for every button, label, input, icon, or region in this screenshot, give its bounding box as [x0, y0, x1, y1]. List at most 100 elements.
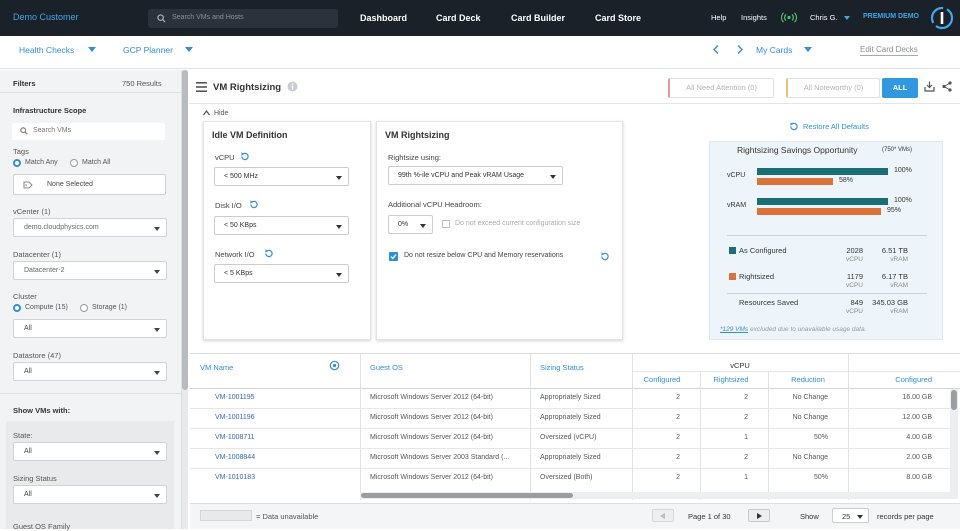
broadcast-icon[interactable]	[781, 12, 797, 23]
vram-configured-pct: 100%	[894, 197, 912, 204]
sidebar-scroll-thumb[interactable]	[182, 70, 188, 390]
filter-need-attention-button[interactable]: All Need Attention (0)	[668, 78, 774, 98]
gcp-planner-menu[interactable]: GCP Planner	[123, 45, 173, 55]
hide-toggle[interactable]: Hide	[214, 110, 228, 117]
chevron-down-icon[interactable]	[804, 47, 812, 52]
vm-name-link[interactable]: VM-1001195	[215, 394, 255, 401]
next-page-button[interactable]	[748, 509, 770, 522]
vm-name-link[interactable]: VM-1008844	[215, 454, 255, 461]
table-row[interactable]: VM-1001195 Microsoft Windows Server 2012…	[190, 389, 950, 409]
records-per-page-value: 25	[842, 512, 851, 521]
match-any-radio[interactable]	[13, 159, 21, 167]
sizing-status-select[interactable]: All	[13, 485, 167, 504]
global-search-input[interactable]: Search VMs and Hosts	[148, 9, 338, 28]
rightsized-vram: 6.17 TB	[881, 272, 908, 281]
chevron-left-icon[interactable]	[713, 45, 719, 54]
storage-label: Storage (1)	[92, 304, 128, 311]
help-link[interactable]: Help	[711, 13, 726, 22]
vcenter-label: vCenter (1)	[13, 207, 51, 216]
insights-link[interactable]: Insights	[741, 13, 767, 22]
rightsize-using-select[interactable]: 99th %-ile vCPU and Peak vRAM Usage	[388, 166, 563, 185]
disk-io-threshold-select[interactable]: < 50 KBps	[214, 216, 349, 235]
vm-name-link[interactable]: VM-1001196	[215, 414, 255, 421]
filter-noteworthy-button[interactable]: All Noteworthy (0)	[786, 78, 880, 98]
compute-radio[interactable]	[13, 304, 21, 312]
hamburger-menu-icon[interactable]	[196, 82, 207, 92]
tags-label: Tags	[13, 147, 29, 156]
export-icon[interactable]	[924, 81, 935, 92]
chevron-down-icon[interactable]	[88, 47, 96, 52]
reset-icon[interactable]	[600, 252, 609, 261]
table-row[interactable]: VM-1010183 Microsoft Windows Server 2012…	[190, 469, 950, 489]
headroom-select[interactable]: 0%	[388, 215, 433, 234]
table-row[interactable]: VM-1008844 Microsoft Windows Server 2003…	[190, 449, 950, 469]
datacenter-label: Datacenter (1)	[13, 250, 61, 259]
filter-all-button[interactable]: ALL	[882, 78, 918, 98]
no-resize-checkbox[interactable]	[389, 252, 398, 261]
health-checks-menu[interactable]: Health Checks	[19, 45, 74, 55]
share-icon[interactable]	[942, 81, 952, 92]
prev-page-button[interactable]	[652, 509, 674, 522]
saved-vcpu: 849	[850, 298, 863, 307]
memory-configured-cell: 2.00 GB	[906, 454, 932, 461]
reset-icon[interactable]	[264, 249, 273, 258]
excluded-vms-link[interactable]: *129 VMs	[720, 326, 748, 333]
storage-radio[interactable]	[80, 304, 88, 312]
col-sizing-status[interactable]: Sizing Status	[540, 363, 584, 372]
chevron-down-icon[interactable]	[185, 47, 193, 52]
my-cards-menu[interactable]: My Cards	[756, 45, 792, 55]
vm-search-input[interactable]: Search VMs	[12, 123, 165, 140]
col-vcpu-configured[interactable]: Configured	[632, 375, 692, 384]
reset-icon[interactable]	[249, 200, 258, 209]
disk-io-label: Disk I/O	[215, 201, 242, 210]
match-all-label: Match All	[82, 159, 111, 166]
vcpu-rightsized-cell: 2	[744, 414, 748, 421]
info-icon[interactable]	[287, 81, 298, 92]
horizontal-scroll-thumb[interactable]	[361, 493, 573, 498]
records-per-page-select[interactable]: 25	[832, 508, 869, 523]
col-vcpu-reduction[interactable]: Reduction	[768, 375, 848, 384]
table-row[interactable]: VM-1008711 Microsoft Windows Server 2012…	[190, 429, 950, 449]
rightsizing-settings-title: VM Rightsizing	[385, 130, 450, 140]
datastore-select[interactable]: All	[13, 362, 167, 381]
chevron-right-icon[interactable]	[737, 45, 743, 54]
vcenter-select[interactable]: demo.cloudphysics.com	[13, 218, 167, 237]
cluster-select[interactable]: All	[13, 319, 167, 338]
state-select[interactable]: All	[13, 442, 167, 461]
memory-configured-cell: 16.00 GB	[902, 394, 932, 401]
edit-card-decks-link[interactable]: Edit Card Decks	[860, 45, 918, 56]
nav-card-deck[interactable]: Card Deck	[436, 13, 481, 23]
nav-card-builder[interactable]: Card Builder	[511, 13, 565, 23]
data-unavailable-legend: = Data unavailable	[256, 512, 319, 521]
customer-name[interactable]: Demo Customer	[13, 12, 79, 22]
vcpu-threshold-select[interactable]: < 500 MHz	[214, 167, 349, 186]
vm-name-link[interactable]: VM-1008711	[215, 434, 255, 441]
nav-dashboard[interactable]: Dashboard	[360, 13, 407, 23]
nav-card-store[interactable]: Card Store	[595, 13, 641, 23]
unit-vram: vRAM	[890, 282, 908, 289]
col-vm-name[interactable]: VM Name	[200, 363, 233, 372]
user-menu[interactable]: Chris G.	[810, 13, 838, 22]
chevron-up-icon[interactable]	[203, 110, 210, 116]
col-memory-configured[interactable]: Configured	[848, 375, 932, 384]
col-vcpu-rightsized[interactable]: Rightsized	[700, 375, 762, 384]
vcpu-reduction-cell: 50%	[813, 474, 828, 481]
vm-name-link[interactable]: VM-1010183	[215, 474, 255, 481]
card-title: VM Rightsizing	[213, 82, 282, 93]
datacenter-select[interactable]: Datacenter-2	[13, 261, 167, 280]
sizing-status-value: All	[24, 491, 32, 498]
vcpu-rightsized-cell: 1	[744, 434, 748, 441]
restore-icon	[789, 122, 798, 131]
tags-selector[interactable]: None Selected	[13, 174, 166, 195]
reset-icon[interactable]	[240, 152, 249, 161]
restore-defaults-link[interactable]: Restore All Defaults	[803, 122, 869, 131]
chevron-down-icon[interactable]	[844, 16, 850, 20]
column-settings-icon[interactable]	[329, 360, 340, 371]
col-guest-os[interactable]: Guest OS	[370, 363, 403, 372]
vertical-scroll-thumb[interactable]	[951, 390, 957, 410]
no-exceed-checkbox[interactable]	[442, 220, 450, 228]
sizing-status-cell: Appropriately Sized	[540, 394, 601, 401]
match-all-radio[interactable]	[70, 159, 78, 167]
table-row[interactable]: VM-1001196 Microsoft Windows Server 2012…	[190, 409, 950, 429]
network-io-threshold-select[interactable]: < 5 KBps	[214, 264, 349, 283]
